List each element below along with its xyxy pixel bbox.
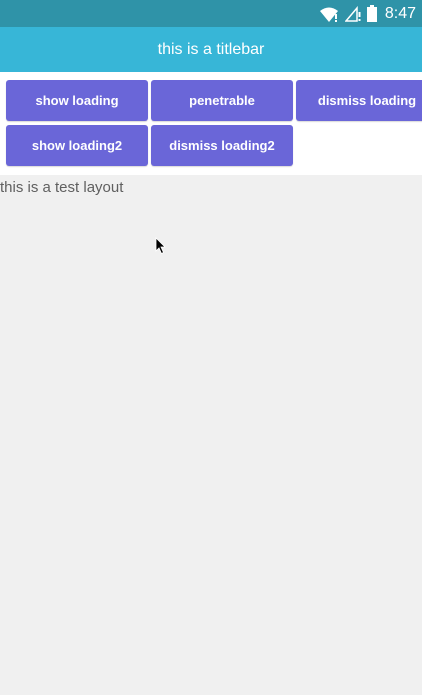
test-layout: this is a test layout (0, 175, 422, 695)
signal-icon (344, 5, 361, 22)
clock: 8:47 (384, 4, 416, 22)
show-loading-button[interactable]: show loading (6, 80, 148, 121)
layout-text: this is a test layout (0, 179, 124, 196)
title-bar: this is a titlebar (0, 27, 422, 72)
show-loading2-button[interactable]: show loading2 (6, 125, 148, 166)
penetrable-button[interactable]: penetrable (151, 80, 293, 121)
status-bar: 8:47 (0, 0, 422, 27)
dismiss-loading2-button[interactable]: dismiss loading2 (151, 125, 293, 166)
title-text: this is a titlebar (157, 40, 265, 58)
button-area: show loading penetrable dismiss loading … (0, 72, 422, 175)
battery-icon (366, 5, 377, 22)
dismiss-loading-button[interactable]: dismiss loading (296, 80, 422, 121)
mouse-cursor-icon (155, 237, 166, 255)
wifi-icon (319, 7, 338, 22)
